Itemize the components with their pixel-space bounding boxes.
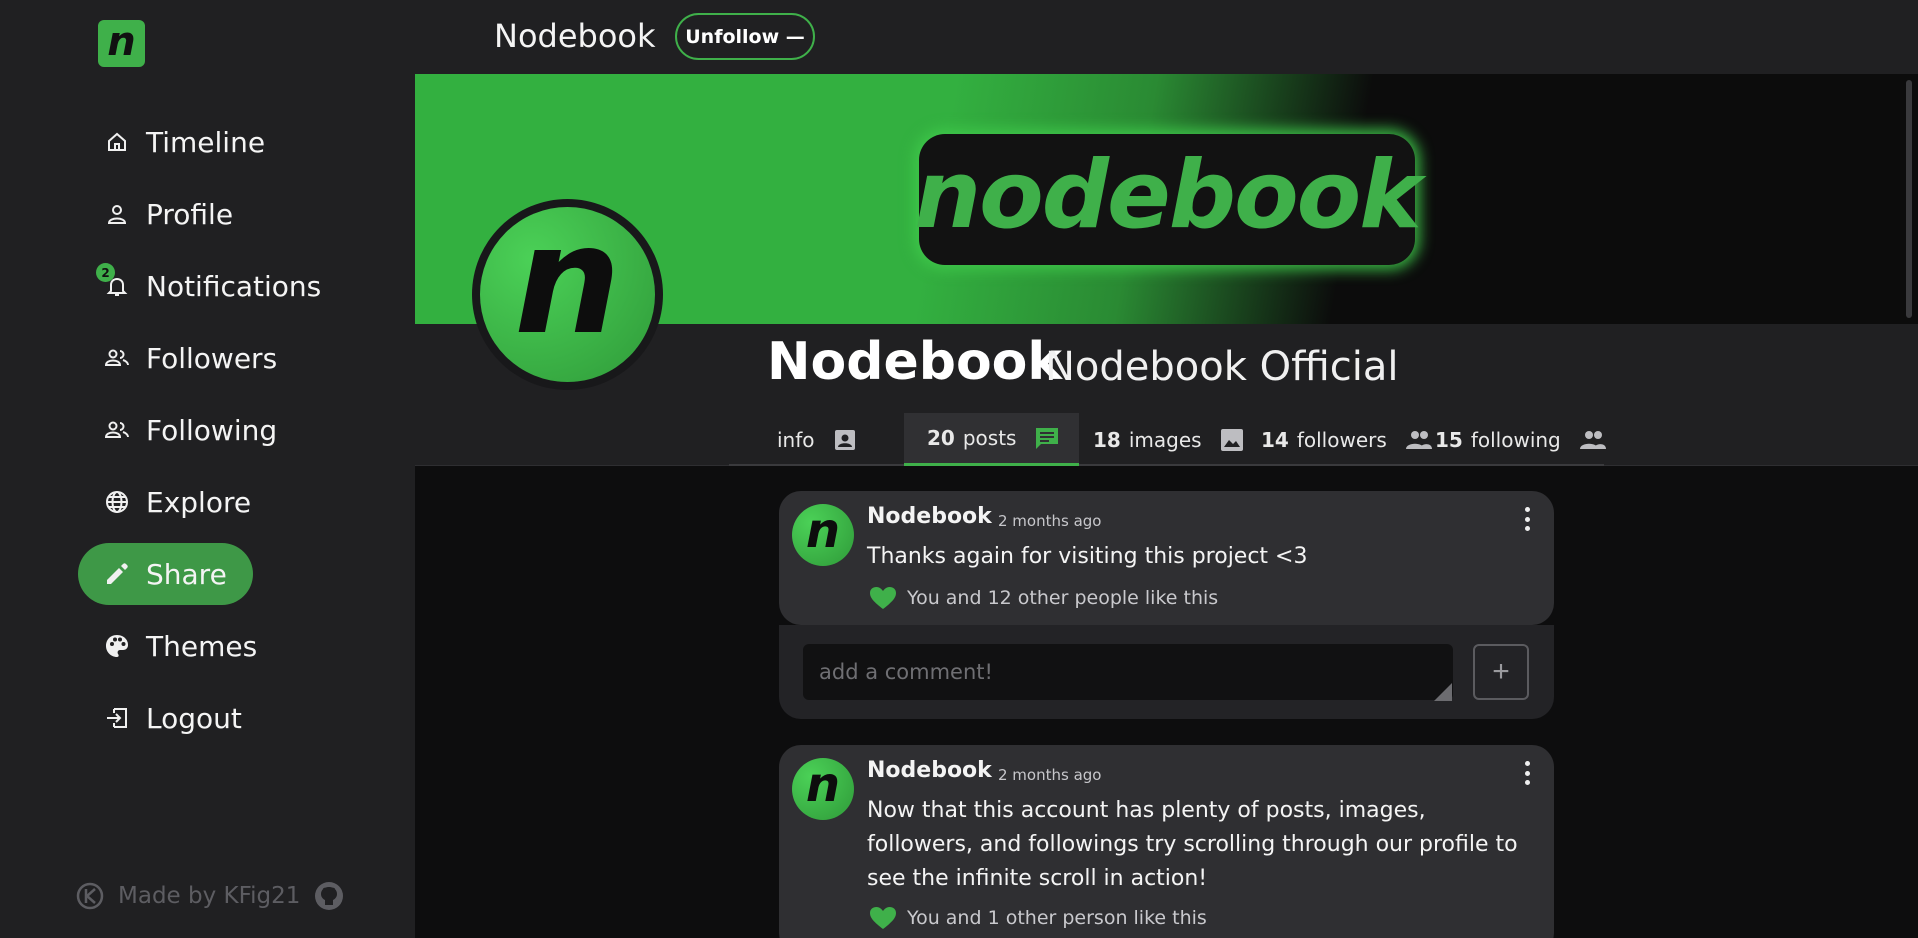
app-logo[interactable]: n [98, 20, 145, 67]
page-title: Nodebook [494, 17, 656, 55]
profile-display-name: Nodebook [767, 332, 1062, 392]
profile-tabs: info 20 posts 18 images 14 followers 15 … [729, 413, 1606, 466]
sidebar-item-logout[interactable]: Logout [78, 687, 268, 749]
unfollow-button[interactable]: Unfollow — [675, 13, 815, 60]
post-author[interactable]: Nodebook [867, 504, 992, 529]
tab-following[interactable]: 15 following [1435, 413, 1606, 466]
avatar-letter: n [805, 503, 841, 559]
logo-letter: n [107, 18, 136, 65]
author-logo-icon[interactable] [76, 882, 104, 910]
person-icon [104, 201, 130, 227]
sidebar-item-label: Notifications [146, 269, 322, 303]
tab-label: following [1470, 427, 1561, 452]
post-timestamp: 2 months ago [998, 766, 1102, 784]
sidebar-item-profile[interactable]: Profile [78, 183, 259, 245]
sidebar-item-explore[interactable]: Explore [78, 471, 277, 533]
comment-input[interactable] [803, 644, 1453, 700]
resize-handle[interactable] [1434, 683, 1452, 701]
tab-count: 18 [1093, 427, 1121, 452]
tab-label: followers [1296, 427, 1387, 452]
top-bar: Nodebook Unfollow — [415, 0, 1918, 74]
sidebar-item-share[interactable]: Share [78, 543, 253, 605]
post-text: Now that this account has plenty of post… [867, 798, 1518, 891]
made-by-text: Made by KFig21 [118, 883, 301, 909]
likes-text: You and 1 other person like this [907, 907, 1207, 929]
tab-count: 14 [1261, 427, 1289, 452]
profile-official-name: Nodebook Official [1045, 344, 1399, 390]
sidebar-item-label: Logout [146, 701, 242, 735]
pencil-icon [104, 561, 130, 587]
sidebar-item-themes[interactable]: Themes [78, 615, 283, 677]
comment-box: + [779, 625, 1554, 719]
avatar-letter: n [514, 193, 621, 368]
globe-icon [104, 489, 130, 515]
tab-label: posts [962, 426, 1017, 450]
heart-icon[interactable] [869, 586, 897, 610]
chat-icon [1034, 426, 1059, 450]
banner-logo-text: nodebook [914, 141, 1421, 250]
sidebar: n Timeline Profile 2 Notifications Follo… [0, 0, 415, 938]
scrollbar[interactable] [1906, 80, 1912, 318]
sidebar-item-label: Explore [146, 485, 252, 519]
post-menu-icon[interactable] [1524, 761, 1530, 785]
post-card: n Nodebook 2 months ago Now that this ac… [779, 745, 1554, 938]
post-likes: You and 1 other person like this [869, 906, 1207, 930]
post-avatar[interactable]: n [792, 503, 854, 566]
sidebar-item-label: Following [146, 413, 278, 447]
made-by-footer: Made by KFig21 [76, 881, 344, 911]
post-likes: You and 12 other people like this [869, 586, 1218, 610]
sidebar-item-label: Profile [146, 197, 234, 231]
people-icon [1579, 428, 1606, 452]
tab-count: 15 [1435, 427, 1463, 452]
post-menu-icon[interactable] [1524, 507, 1530, 531]
home-icon [104, 129, 130, 155]
add-comment-button[interactable]: + [1473, 644, 1529, 700]
banner-logo: nodebook [914, 134, 1422, 265]
sidebar-item-notifications[interactable]: 2 Notifications [78, 255, 347, 317]
github-icon[interactable] [314, 881, 344, 911]
post-card: n Nodebook 2 months ago Thanks again for… [779, 491, 1554, 625]
sidebar-item-label: Share [146, 557, 227, 591]
tab-label: images [1128, 427, 1202, 452]
avatar-inner: n [480, 194, 655, 382]
tab-label: info [777, 427, 815, 452]
post-text: Thanks again for visiting this project <… [867, 544, 1308, 569]
people-icon [104, 417, 130, 443]
sidebar-item-timeline[interactable]: Timeline [78, 111, 291, 173]
people-icon [104, 345, 130, 371]
tab-images[interactable]: 18 images [1093, 413, 1244, 466]
avatar-letter: n [805, 757, 841, 813]
sidebar-item-followers[interactable]: Followers [78, 327, 303, 389]
post-author[interactable]: Nodebook [867, 758, 992, 783]
tab-followers[interactable]: 14 followers [1261, 413, 1432, 466]
tab-info[interactable]: info [729, 413, 905, 466]
post-timestamp: 2 months ago [998, 512, 1102, 530]
heart-icon[interactable] [869, 906, 897, 930]
image-icon [1220, 428, 1244, 452]
sidebar-item-label: Followers [146, 341, 278, 375]
post-avatar[interactable]: n [792, 757, 854, 820]
sidebar-item-label: Themes [146, 629, 258, 663]
tab-count: 20 [927, 426, 955, 450]
profile-avatar[interactable]: n [472, 194, 663, 390]
logout-icon [104, 705, 130, 731]
bell-icon: 2 [96, 263, 130, 299]
notification-badge: 2 [96, 263, 115, 282]
contact-card-icon [833, 428, 857, 452]
palette-icon [104, 633, 130, 659]
tab-posts[interactable]: 20 posts [904, 413, 1079, 466]
people-icon [1405, 428, 1432, 452]
likes-text: You and 12 other people like this [907, 587, 1219, 609]
sidebar-item-following[interactable]: Following [78, 399, 303, 461]
sidebar-item-label: Timeline [146, 125, 266, 159]
